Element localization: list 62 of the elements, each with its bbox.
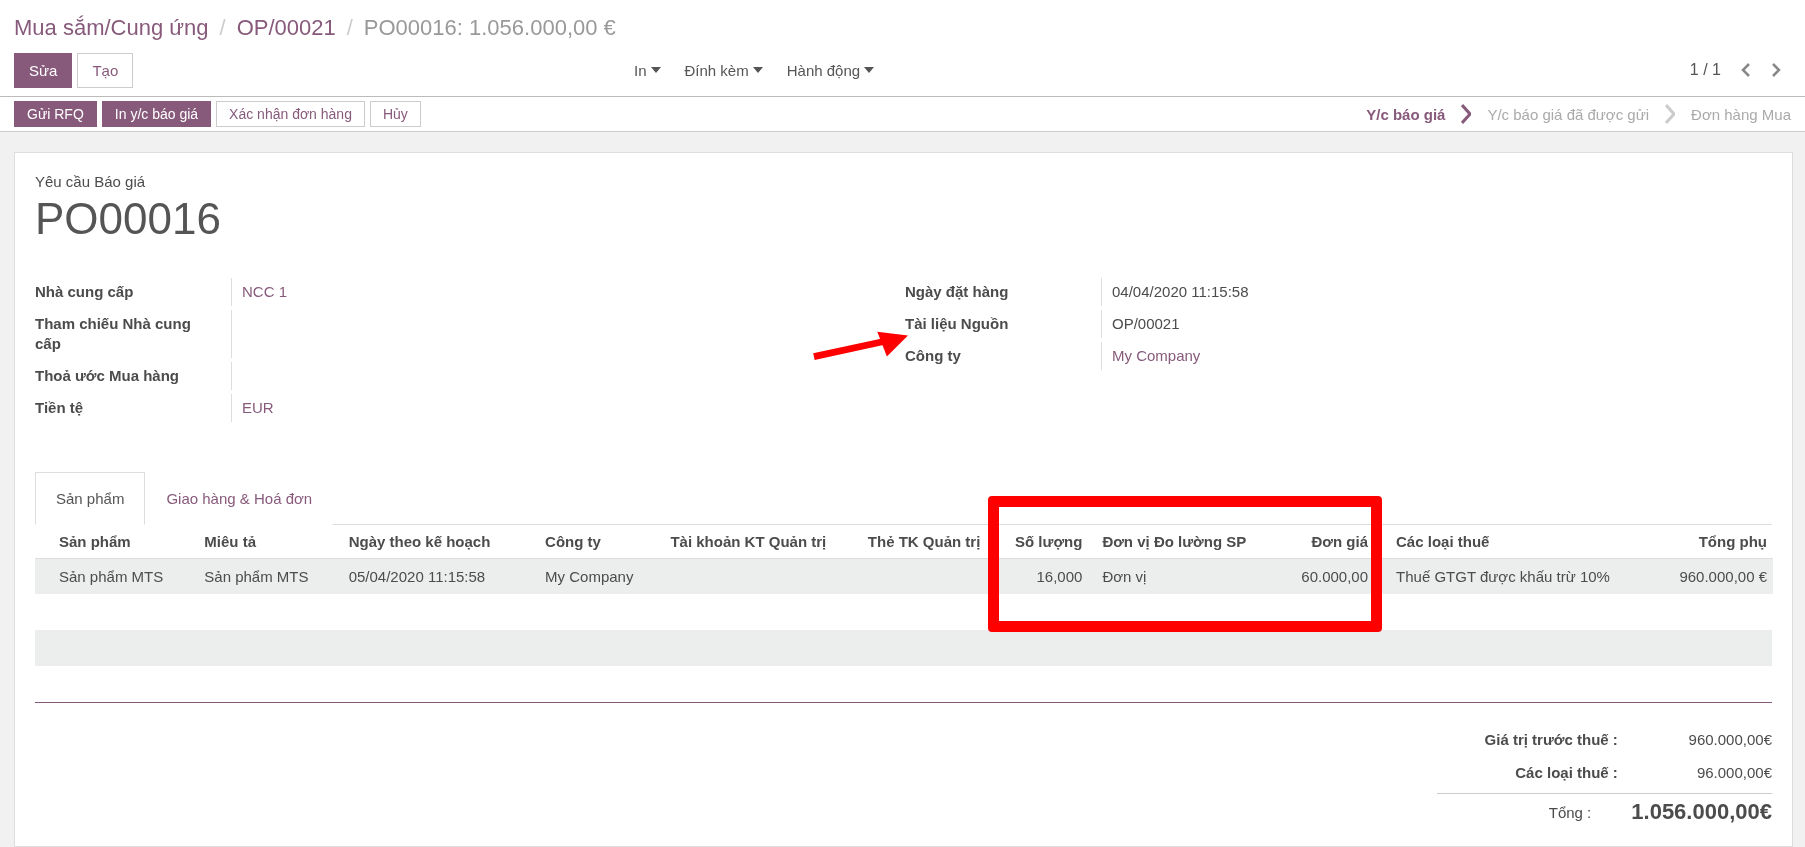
breadcrumb-link[interactable]: Mua sắm/Cung ứng	[14, 15, 209, 41]
chevron-icon	[1461, 104, 1472, 124]
column-header: Ngày theo kế hoạch	[324, 525, 522, 559]
table-cell: 05/04/2020 11:15:58	[324, 558, 522, 594]
record-name: PO00016	[35, 194, 222, 244]
column-header: Miêu tả	[180, 525, 325, 559]
dropdown-menu[interactable]: Hành động	[786, 61, 875, 79]
column-header: Công ty	[521, 525, 647, 559]
column-header: Các loại thuế	[1382, 525, 1676, 559]
total-value: 96.000,00€	[1695, 764, 1772, 781]
caret-icon	[864, 67, 875, 73]
previous-icon[interactable]	[1741, 63, 1751, 77]
field-link[interactable]: EUR	[231, 394, 284, 422]
breadcrumb-separator: /	[219, 15, 226, 41]
total-value: 1.056.000,00€	[1631, 799, 1772, 825]
field-label: Ngày đặt hàng	[905, 282, 1010, 302]
table-cell: 960.000,00 €	[1675, 558, 1773, 594]
table-cell: Đơn vị	[1088, 558, 1248, 594]
toolbar-button[interactable]: Tạo	[77, 52, 134, 88]
field-link[interactable]: My Company	[1101, 342, 1211, 370]
dropdown-menu[interactable]: In	[634, 61, 661, 79]
column-header: Tổng phụ	[1675, 525, 1773, 559]
field-label: Tiền tệ	[35, 398, 85, 418]
total-label: Các loại thuế :	[1514, 764, 1619, 781]
caret-icon	[752, 67, 763, 73]
chevron-icon	[1665, 104, 1676, 124]
table-cell: Sản phẩm MTS	[35, 558, 181, 594]
field-value: 04/04/2020 11:15:58	[1101, 278, 1259, 306]
form-subtitle: Yêu cầu Báo giá	[35, 173, 147, 190]
field-label: Nhà cung cấp	[35, 282, 135, 302]
total-label: Giá trị trước thuế :	[1483, 731, 1619, 748]
action-button[interactable]: Xác nhận đơn hàng	[216, 101, 365, 127]
field-label: Tài liệu Nguồn	[905, 314, 1010, 334]
column-header: Đơn vị Đo lường SP	[1088, 525, 1248, 559]
column-header: Tài khoản KT Quản trị	[646, 525, 844, 559]
field-label: Công ty	[905, 346, 962, 366]
column-header: Thẻ TK Quản trị	[843, 525, 993, 559]
dropdown-menu[interactable]: Đính kèm	[684, 61, 763, 79]
column-header: Đơn giá	[1247, 525, 1383, 559]
column-header: Số lượng	[992, 525, 1089, 559]
action-button[interactable]: In y/c báo giá	[101, 101, 212, 127]
tab[interactable]: Sản phẩm	[35, 472, 146, 525]
field-label: Thoả ước Mua hàng	[35, 366, 181, 386]
breadcrumb-current: PO00016: 1.056.000,00 €	[363, 15, 616, 41]
action-button[interactable]: Hủy	[369, 101, 421, 127]
field-value: OP/00021	[1101, 310, 1190, 338]
next-icon[interactable]	[1771, 63, 1781, 77]
total-value: 960.000,00€	[1687, 731, 1772, 748]
breadcrumb-link[interactable]: OP/00021	[236, 15, 336, 41]
table-cell: Thuế GTGT được khấu trừ 10%	[1382, 558, 1676, 594]
field-link[interactable]: NCC 1	[231, 278, 297, 306]
total-label: Tổng :	[1547, 803, 1593, 821]
table-cell: My Company	[521, 558, 647, 594]
toolbar-button[interactable]: Sửa	[14, 52, 73, 88]
caret-icon	[650, 67, 661, 73]
breadcrumb-separator: /	[346, 15, 353, 41]
status-stage[interactable]: Y/c báo giá	[1366, 105, 1446, 123]
column-header: Sản phẩm	[35, 525, 181, 559]
pager-count: 1 / 1	[1689, 61, 1721, 79]
table-cell: Sản phẩm MTS	[180, 558, 325, 594]
action-button[interactable]: Gửi RFQ	[14, 101, 97, 127]
field-label: Tham chiếu Nhà cung cấp	[35, 314, 192, 354]
